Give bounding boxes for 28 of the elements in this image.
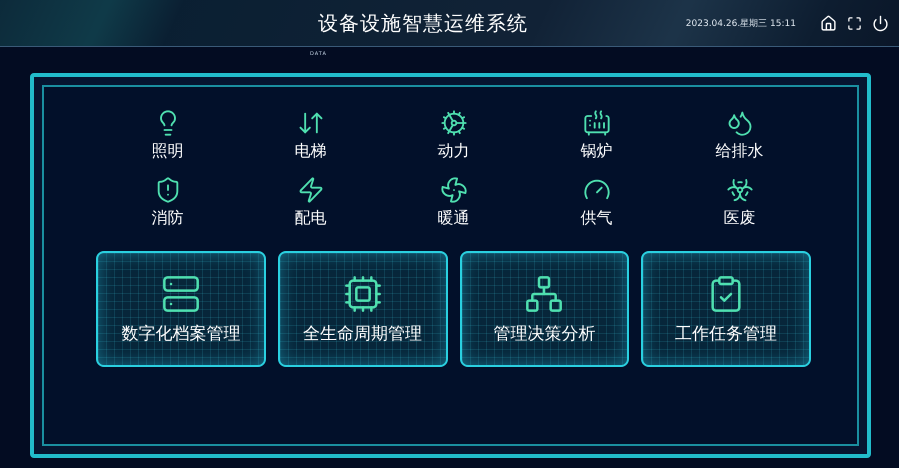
droplets-icon [726, 109, 754, 137]
gear-icon [440, 109, 468, 137]
date-time: 2023.04.26.星期三 15:11 [686, 18, 796, 30]
biohazard-icon [726, 176, 754, 204]
network-icon [524, 274, 564, 314]
system-label[interactable]: 给排水 [716, 141, 764, 162]
home-button[interactable] [820, 14, 837, 32]
system-label[interactable]: 动力 [438, 141, 470, 162]
module-card[interactable]: 管理决策分析 [460, 251, 630, 367]
fullscreen-button[interactable] [847, 16, 862, 30]
system-label[interactable]: 照明 [152, 141, 184, 162]
fan-icon [440, 176, 468, 204]
system-label[interactable]: 供气 [580, 208, 612, 229]
module-card[interactable]: 工作任务管理 [641, 251, 811, 367]
chip-icon [342, 274, 383, 314]
power-button[interactable] [872, 14, 889, 32]
system-label[interactable]: 锅炉 [580, 141, 612, 162]
module-card[interactable]: 全生命周期管理 [278, 251, 448, 367]
module-card[interactable]: 数字化档案管理 [96, 251, 266, 367]
lightning-bolt-icon [296, 176, 324, 204]
system-label[interactable]: 暖通 [438, 208, 470, 229]
app-title: 设备设施智慧运维系统 [316, 10, 529, 36]
system-label[interactable]: 配电 [294, 208, 326, 229]
system-label[interactable]: 消防 [152, 208, 184, 229]
system-label[interactable]: 医废 [724, 208, 756, 229]
server-icon [160, 274, 201, 314]
heater-icon [582, 109, 610, 137]
system-label[interactable]: 电梯 [294, 141, 326, 162]
